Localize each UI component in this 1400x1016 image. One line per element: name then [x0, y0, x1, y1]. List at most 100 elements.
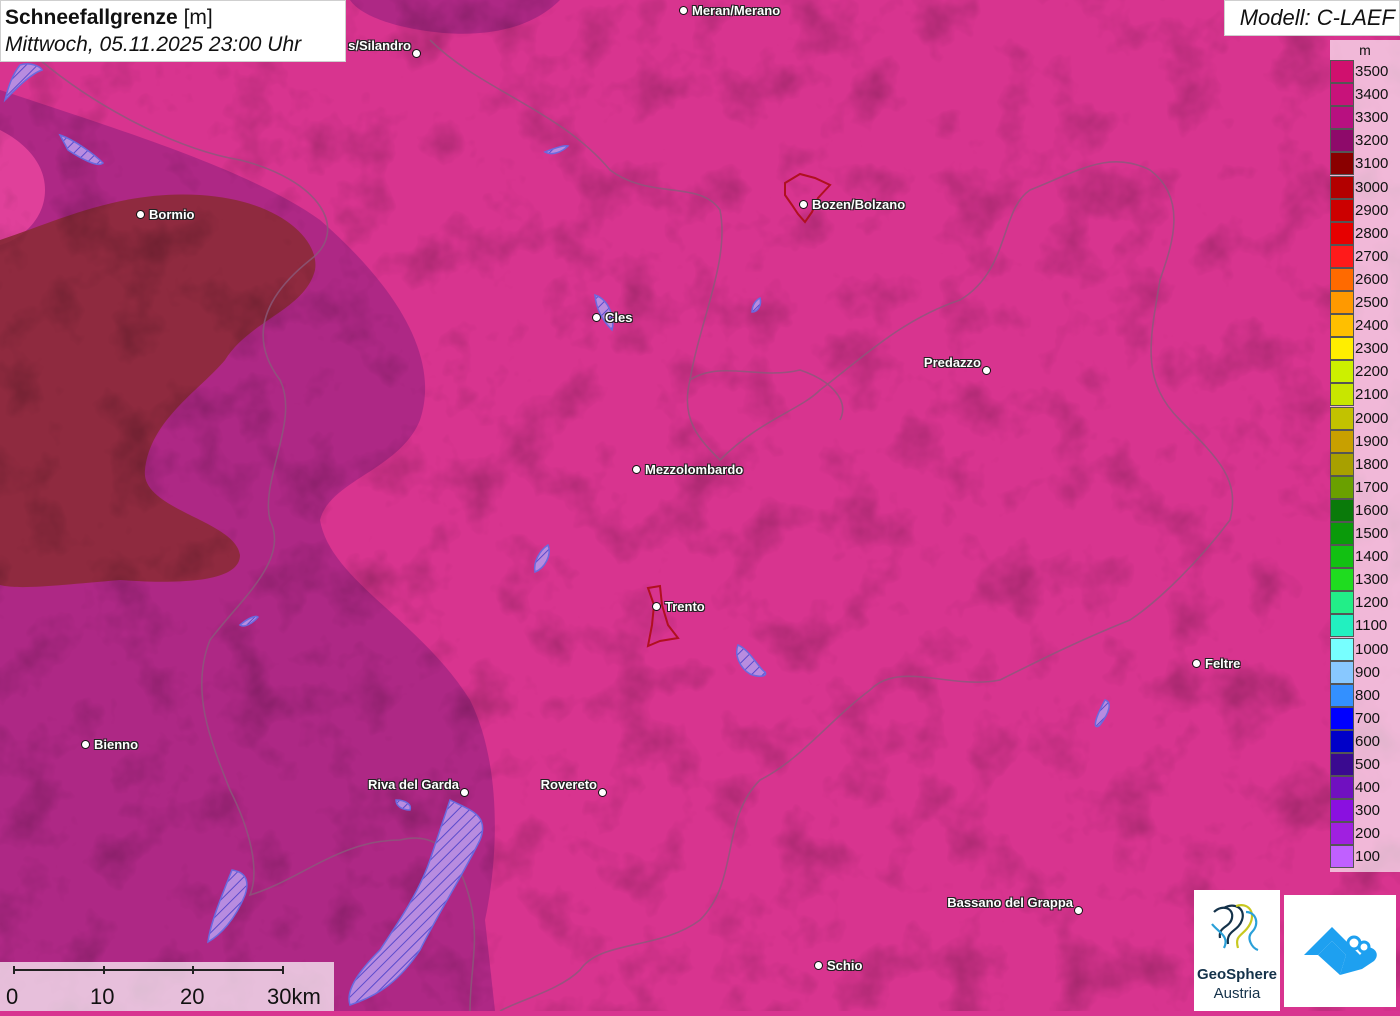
- legend-swatch: [1330, 406, 1354, 430]
- legend-row: 1200: [1330, 591, 1400, 615]
- legend-label: 2300: [1355, 340, 1389, 358]
- legend-row: 1900: [1330, 429, 1400, 453]
- scale-bar: 0 10 20 30km: [0, 962, 334, 1011]
- map-datetime: Mittwoch, 05.11.2025 23:00 Uhr: [5, 33, 302, 56]
- city-marker[interactable]: [632, 465, 641, 474]
- city-marker[interactable]: [1074, 906, 1083, 915]
- city-marker[interactable]: [652, 602, 661, 611]
- legend-label: 1200: [1355, 594, 1389, 612]
- legend-label: 3000: [1355, 178, 1389, 196]
- legend-swatch: [1330, 175, 1354, 199]
- legend-swatch: [1330, 545, 1354, 569]
- legend-swatch: [1330, 845, 1354, 869]
- city-label[interactable]: Schio: [827, 958, 862, 973]
- city-marker[interactable]: [412, 49, 421, 58]
- legend-label: 400: [1355, 779, 1381, 797]
- city-label[interactable]: Bassano del Grappa: [947, 895, 1073, 910]
- city-marker[interactable]: [679, 6, 688, 15]
- legend-row: 1700: [1330, 475, 1400, 499]
- legend-row: 2700: [1330, 244, 1400, 268]
- legend-swatch: [1330, 83, 1354, 107]
- scale-label-30km: 30km: [267, 984, 321, 1009]
- legend-swatch: [1330, 221, 1354, 245]
- legend-row: 900: [1330, 660, 1400, 684]
- legend-swatch: [1330, 660, 1354, 684]
- city-label[interactable]: Riva del Garda: [368, 777, 459, 792]
- city-marker[interactable]: [799, 200, 808, 209]
- legend-label: 1100: [1355, 617, 1388, 635]
- legend-row: 2000: [1330, 406, 1400, 430]
- city-marker[interactable]: [814, 961, 823, 970]
- weather-app-logo-icon: [1304, 927, 1377, 975]
- legend-swatch: [1330, 198, 1354, 222]
- geosphere-logo-icon: [1211, 904, 1259, 952]
- legend-row: 3300: [1330, 106, 1400, 130]
- legend-label: 1900: [1355, 432, 1389, 450]
- legend-row: 3000: [1330, 175, 1400, 199]
- legend-swatch: [1330, 60, 1354, 83]
- legend-label: 2900: [1355, 201, 1389, 219]
- map-title-unit: [m]: [183, 6, 213, 29]
- city-marker[interactable]: [1192, 659, 1201, 668]
- legend-label: 1800: [1355, 455, 1389, 473]
- city-marker[interactable]: [592, 313, 601, 322]
- city-label[interactable]: Meran/Merano: [692, 3, 780, 18]
- legend-swatch: [1330, 753, 1354, 776]
- scale-label-0: 0: [6, 984, 19, 1009]
- model-label: Modell: C-LAEF: [1224, 0, 1400, 36]
- legend-label: 200: [1355, 825, 1381, 843]
- city-label[interactable]: Bozen/Bolzano: [812, 197, 905, 212]
- city-label[interactable]: Trento: [665, 599, 705, 614]
- city-marker[interactable]: [460, 788, 469, 797]
- legend-label: 1400: [1355, 548, 1389, 566]
- legend-label: 3200: [1355, 132, 1389, 150]
- legend-label: 100: [1355, 848, 1381, 866]
- city-marker[interactable]: [81, 740, 90, 749]
- scale-label-20: 20: [180, 984, 205, 1009]
- legend-row: 2400: [1330, 314, 1400, 338]
- city-marker[interactable]: [982, 366, 991, 375]
- legend-swatch: [1330, 591, 1354, 615]
- weather-app-logo[interactable]: [1284, 895, 1396, 1007]
- legend-label: 2500: [1355, 294, 1389, 311]
- city-marker[interactable]: [598, 788, 607, 797]
- legend-row: 3500: [1330, 60, 1400, 83]
- city-label[interactable]: Mezzolombardo: [645, 462, 743, 477]
- legend-swatch: [1330, 822, 1354, 846]
- legend-label: 500: [1355, 756, 1381, 773]
- legend-row: 100: [1330, 845, 1400, 869]
- legend-label: 2000: [1355, 409, 1389, 427]
- legend-row: 2500: [1330, 291, 1400, 314]
- city-label[interactable]: Bormio: [149, 207, 195, 222]
- legend-swatch: [1330, 498, 1354, 522]
- legend-row: 1500: [1330, 522, 1400, 545]
- legend-row: 200: [1330, 822, 1400, 846]
- map-canvas[interactable]: [0, 0, 1400, 1011]
- legend-row: 3200: [1330, 129, 1400, 153]
- legend-row: 600: [1330, 729, 1400, 753]
- map-title-panel: Schneefallgrenze [m] Mittwoch, 05.11.202…: [0, 0, 346, 62]
- legend-label: 1700: [1355, 478, 1389, 496]
- city-label[interactable]: Feltre: [1205, 656, 1240, 671]
- geosphere-logo[interactable]: GeoSphere Austria: [1194, 890, 1280, 1011]
- legend-row: 700: [1330, 706, 1400, 730]
- city-label[interactable]: Cles: [605, 310, 632, 325]
- legend-label: 800: [1355, 686, 1381, 704]
- legend-label: 700: [1355, 709, 1381, 727]
- legend-row: 800: [1330, 683, 1400, 707]
- legend-swatch: [1330, 706, 1354, 730]
- legend-label: 2800: [1355, 224, 1389, 242]
- legend-label: 2400: [1355, 317, 1389, 335]
- city-label[interactable]: Bienno: [94, 737, 138, 752]
- city-label[interactable]: s/Silandro: [348, 38, 411, 53]
- legend-label: 900: [1355, 663, 1381, 681]
- city-marker[interactable]: [136, 210, 145, 219]
- legend-swatch: [1330, 314, 1354, 338]
- legend-row: 1400: [1330, 545, 1400, 569]
- legend-swatch: [1330, 267, 1354, 291]
- legend-swatch: [1330, 452, 1354, 476]
- legend-label: 2600: [1355, 270, 1389, 288]
- legend-row: 3400: [1330, 83, 1400, 107]
- city-label[interactable]: Predazzo: [924, 355, 981, 370]
- city-label[interactable]: Rovereto: [541, 777, 597, 792]
